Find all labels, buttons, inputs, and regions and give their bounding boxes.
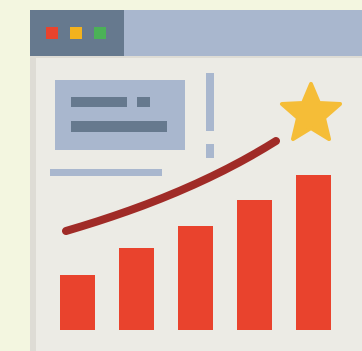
- info-card: [55, 80, 185, 150]
- bar-4: [237, 200, 272, 330]
- illustration-canvas: [0, 0, 362, 351]
- bar-5: [296, 175, 331, 330]
- bar-2: [119, 248, 154, 330]
- bar-3: [178, 226, 213, 330]
- window-dots-icon: [46, 27, 106, 39]
- accent-bar-short: [206, 144, 214, 158]
- close-dot: [46, 27, 58, 39]
- info-card-line-1: [71, 97, 127, 107]
- minimize-dot: [70, 27, 82, 39]
- accent-bar-long: [206, 73, 214, 131]
- info-card-line-2: [71, 121, 167, 132]
- maximize-dot: [94, 27, 106, 39]
- info-card-underline: [50, 169, 162, 176]
- bar-1: [60, 275, 95, 330]
- info-card-line-1-end: [137, 97, 150, 107]
- growth-illustration: [30, 10, 362, 351]
